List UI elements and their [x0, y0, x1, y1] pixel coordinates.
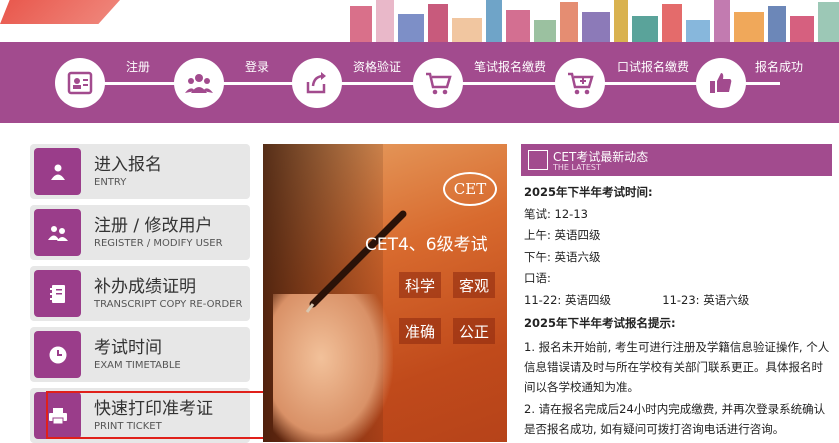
registration-steps-bar: 注册 登录 资格验证 笔试报名缴费 口试报名缴费 报名成功 [0, 42, 839, 123]
menu-register-modify[interactable]: 注册 / 修改用户 REGISTER / MODIFY USER [30, 205, 250, 260]
menu-entry-label: 进入报名 [94, 155, 162, 175]
banner-stripe [0, 0, 120, 24]
cet-promo-banner[interactable]: CET CET4、6级考试 科学 客观 准确 公正 [263, 144, 507, 442]
thumbs-up-icon [710, 73, 732, 93]
user-icon [34, 148, 81, 195]
menu-transcript[interactable]: 补办成绩证明 TRANSCRIPT COPY RE-ORDER [30, 266, 250, 321]
tag-objective: 客观 [453, 272, 495, 298]
menu-entry-sublabel: ENTRY [94, 177, 127, 188]
step-label-login: 登录 [245, 60, 270, 74]
notebook-icon [34, 270, 81, 317]
news-subtitle: THE LATEST [553, 163, 601, 172]
menu-entry[interactable]: 进入报名 ENTRY [30, 144, 250, 199]
users-icon [34, 209, 81, 256]
morning-session: 上午: 英语四级 [524, 228, 601, 242]
step-written-pay [413, 58, 463, 108]
tag-science: 科学 [399, 272, 441, 298]
menu-timetable-sublabel: EXAM TIMETABLE [94, 360, 181, 371]
cet-logo: CET [443, 172, 497, 206]
step-label-verify: 资格验证 [353, 60, 402, 74]
promo-title: CET4、6级考试 [365, 235, 488, 255]
step-label-oral-pay: 口试报名缴费 [617, 60, 690, 74]
users-group-icon [185, 74, 213, 93]
top-banner [0, 0, 839, 42]
step-label-register: 注册 [126, 60, 151, 74]
highlight-box [46, 391, 268, 439]
verify-arrow-icon [306, 72, 326, 94]
step-label-written-pay: 笔试报名缴费 [474, 60, 547, 74]
oral-day2: 11-23: 英语六级 [662, 292, 750, 307]
profile-card-icon [67, 71, 93, 95]
step-oral-pay [555, 58, 605, 108]
written-exam-date: 笔试: 12-13 [524, 206, 588, 221]
menu-transcript-label: 补办成绩证明 [94, 277, 196, 297]
oral-day1: 11-22: 英语四级 [524, 292, 611, 307]
news-content: 2025年下半年考试时间: 笔试: 12-13 上午: 英语四级 下午: 英语六… [524, 182, 832, 439]
oral-label: 口语: [524, 271, 551, 285]
tip-1: 1. 报名未开始前, 考生可进行注册及学籍信息验证操作, 个人信息错误请及时与所… [524, 339, 830, 394]
clock-icon [34, 331, 81, 378]
menu-register-sublabel: REGISTER / MODIFY USER [94, 238, 223, 249]
cart-plus-icon [568, 72, 594, 95]
step-verify [292, 58, 342, 108]
menu-register-label: 注册 / 修改用户 [94, 216, 213, 236]
tips-heading: 2025年下半年考试报名提示: [524, 316, 676, 330]
step-label-success: 报名成功 [755, 60, 804, 74]
menu-transcript-sublabel: TRANSCRIPT COPY RE-ORDER [94, 299, 243, 310]
exam-time-heading: 2025年下半年考试时间: [524, 185, 653, 199]
news-header: CET考试最新动态 THE LATEST [521, 144, 832, 176]
step-register [55, 58, 105, 108]
tip-2: 2. 请在报名完成后24小时内完成缴费, 并再次登录系统确认是否报名成功, 如有… [524, 401, 826, 436]
cart-icon [426, 72, 452, 95]
afternoon-session: 下午: 英语六级 [524, 249, 601, 264]
tag-accurate: 准确 [399, 318, 441, 344]
menu-timetable-label: 考试时间 [94, 338, 162, 358]
tag-fair: 公正 [453, 318, 495, 344]
menu-timetable[interactable]: 考试时间 EXAM TIMETABLE [30, 327, 250, 382]
city-skyline-illustration [350, 0, 839, 42]
step-login [174, 58, 224, 108]
step-success [696, 58, 746, 108]
oral-dates: 11-22: 英语四级 11-23: 英语六级 [524, 290, 832, 312]
news-document-icon [528, 150, 548, 170]
hand-with-pen-illustration [273, 294, 393, 442]
